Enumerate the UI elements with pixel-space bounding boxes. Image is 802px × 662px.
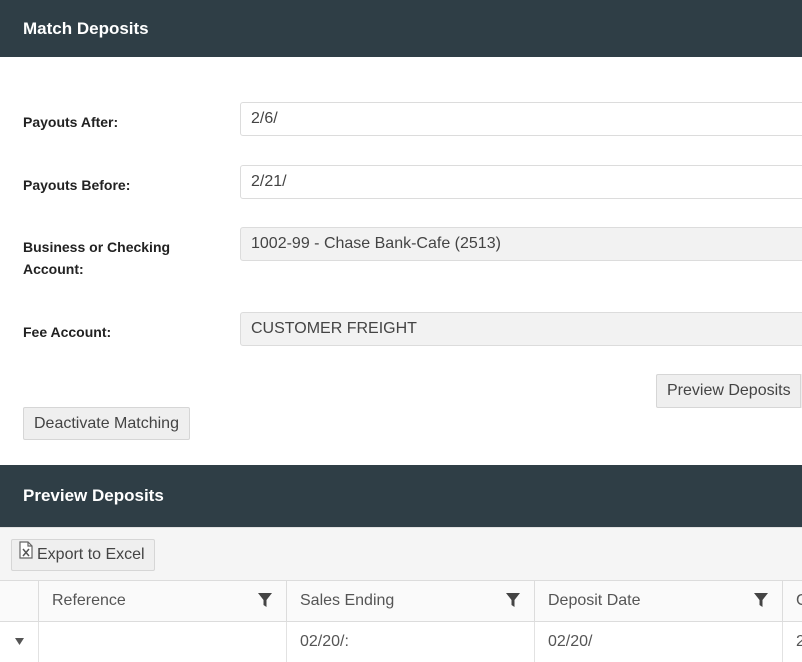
table-row[interactable]: 02/20/: 02/20/ 2 — [0, 622, 802, 662]
account-label-line2: Account: — [23, 261, 84, 277]
export-label: Export to Excel — [37, 546, 145, 564]
cell-next: 2 — [782, 622, 802, 662]
column-header-label: G — [796, 592, 802, 609]
export-to-excel-button[interactable]: Export to Excel — [11, 539, 155, 571]
preview-deposits-button[interactable]: Preview Deposits — [656, 374, 802, 408]
payouts-after-label: Payouts After: — [23, 114, 119, 130]
payouts-before-input[interactable]: 2/21/ — [240, 165, 802, 199]
filter-icon[interactable] — [506, 592, 520, 608]
column-header-deposit-date[interactable]: Deposit Date — [534, 581, 782, 621]
expand-column-header — [0, 581, 38, 621]
cell-reference — [38, 622, 286, 662]
match-deposits-header: Match Deposits — [0, 0, 802, 57]
account-select[interactable]: 1002-99 - Chase Bank-Cafe (2513) — [240, 227, 802, 261]
expand-row-toggle[interactable] — [0, 622, 38, 662]
column-header-label: Sales Ending — [300, 592, 395, 609]
panel-title: Preview Deposits — [23, 486, 164, 505]
filter-icon[interactable] — [754, 592, 768, 608]
column-header-label: Reference — [52, 592, 126, 609]
excel-icon — [19, 540, 33, 570]
payouts-before-label: Payouts Before: — [23, 177, 131, 193]
account-label: Business or Checking Account: — [23, 236, 170, 280]
caret-down-icon — [15, 638, 24, 646]
column-header-label: Deposit Date — [548, 592, 641, 609]
filter-icon[interactable] — [258, 592, 272, 608]
deactivate-matching-button[interactable]: Deactivate Matching — [23, 407, 190, 440]
cell-sales-ending: 02/20/: — [286, 622, 534, 662]
column-header-sales-ending[interactable]: Sales Ending — [286, 581, 534, 621]
panel-title: Match Deposits — [23, 19, 149, 38]
fee-account-select[interactable]: CUSTOMER FREIGHT — [240, 312, 802, 346]
payouts-after-input[interactable]: 2/6/ — [240, 102, 802, 136]
grid-header: Reference Sales Ending Deposit Date G — [0, 580, 802, 622]
preview-deposits-header: Preview Deposits — [0, 465, 802, 527]
account-label-line1: Business or Checking — [23, 239, 171, 255]
grid-toolbar: Export to Excel — [0, 527, 802, 582]
cell-deposit-date: 02/20/ — [534, 622, 782, 662]
column-header-reference[interactable]: Reference — [38, 581, 286, 621]
fee-account-label: Fee Account: — [23, 324, 112, 340]
column-header-next[interactable]: G — [782, 581, 802, 621]
